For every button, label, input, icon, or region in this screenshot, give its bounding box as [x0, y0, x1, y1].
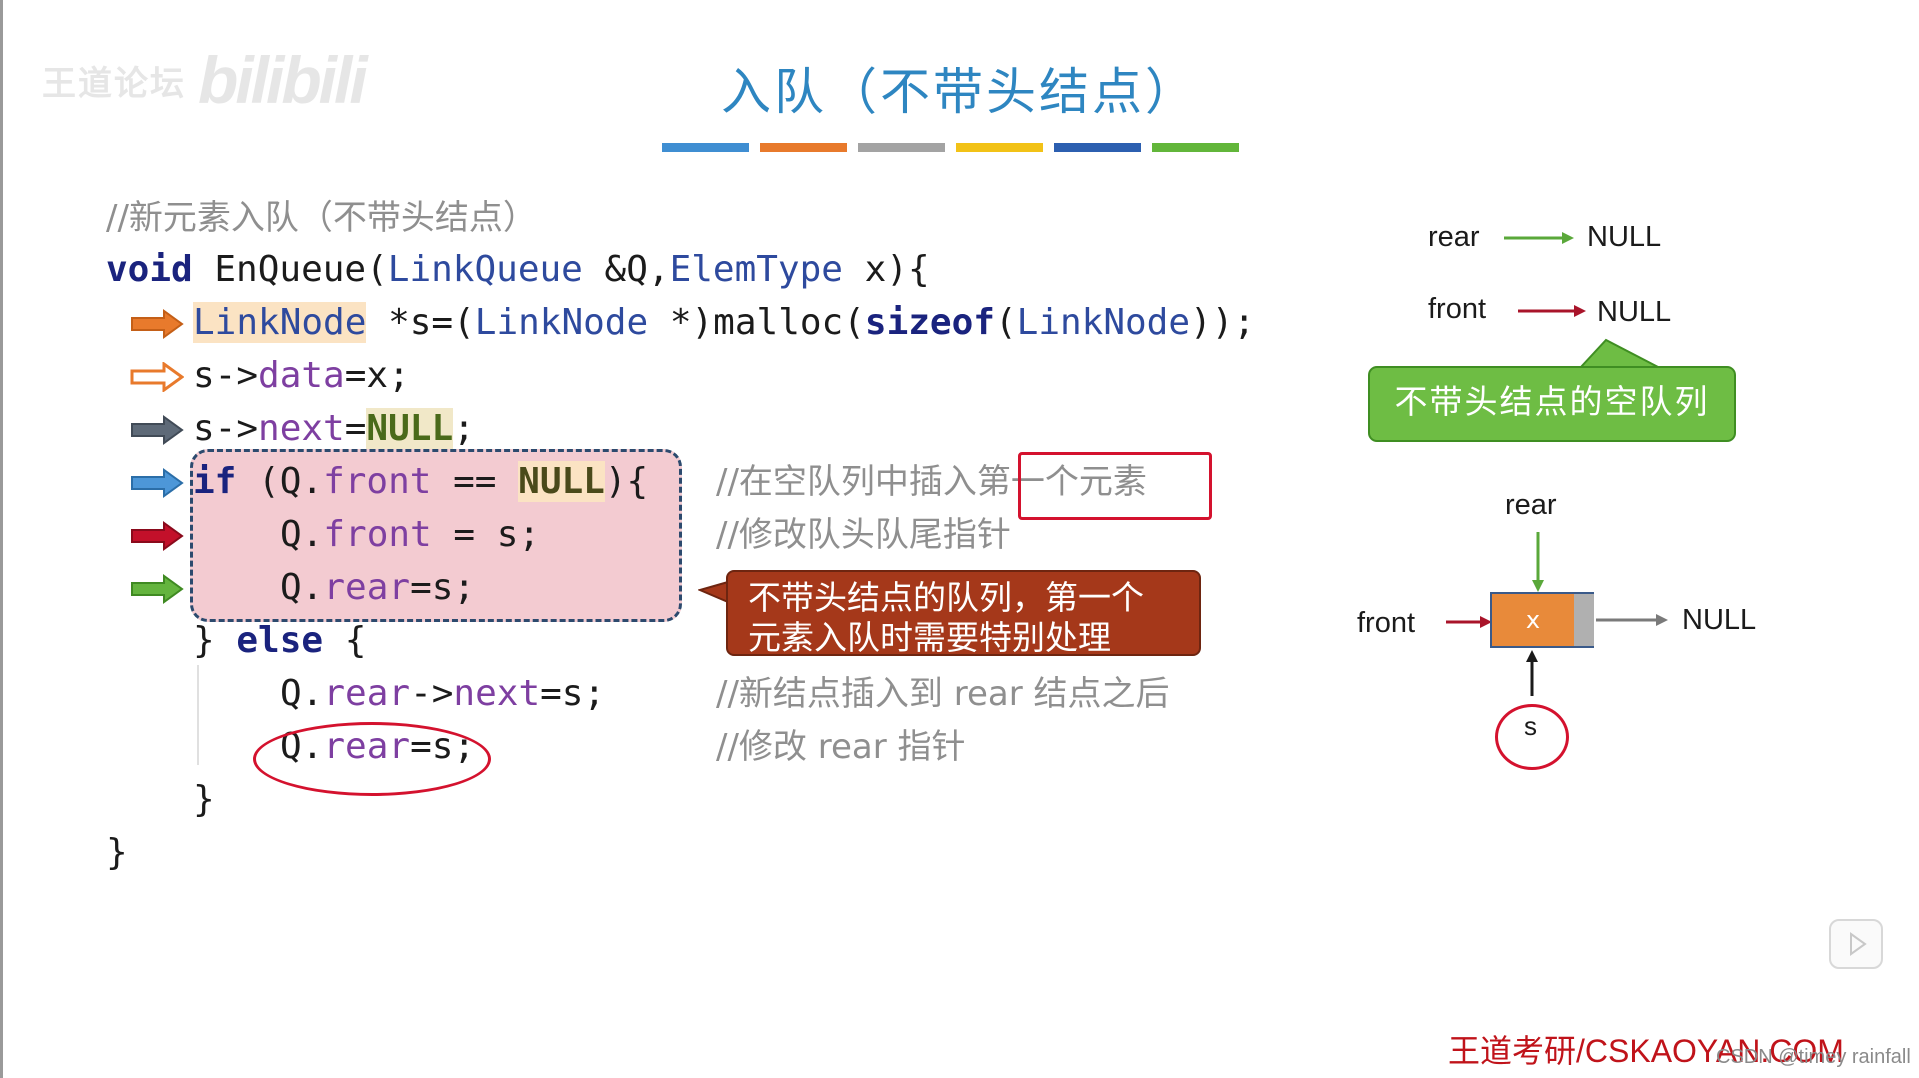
- play-icon: [1850, 932, 1867, 956]
- comment-modify-rear: //修改 rear 指针: [716, 727, 966, 767]
- orange-arrow-icon: [131, 309, 184, 339]
- code-token: if: [193, 461, 237, 502]
- rear-green-arrow-icon: [1504, 232, 1574, 244]
- blue-arrow-icon: [131, 468, 184, 498]
- special-case-callout: 不带头结点的队列，第一个 元素入队时需要特别处理: [726, 570, 1201, 657]
- orange-outline-arrow-icon: [130, 362, 184, 392]
- code-line-rear-assign: Q.rear=s;: [280, 566, 475, 610]
- code-token: &Q,: [582, 249, 670, 290]
- code-token: NULL: [366, 408, 454, 449]
- front-right-arrow-icon: [1446, 616, 1492, 628]
- code-line-rear-next: Q.rear->next=s;: [280, 672, 605, 716]
- code-token: =s;: [410, 567, 476, 608]
- rear-down-arrow-icon: [1532, 532, 1544, 592]
- code-token: *)malloc(: [648, 302, 865, 343]
- csdn-watermark: CSDN @timey rainfall: [1716, 1046, 1911, 1068]
- code-token: ));: [1190, 302, 1256, 343]
- red-annotation-oval: [253, 722, 491, 796]
- code-token: *s=(: [366, 302, 475, 343]
- code-token: = s;: [431, 514, 541, 555]
- code-line-malloc: LinkNode *s=(LinkNode *)malloc(sizeof(Li…: [193, 301, 1255, 345]
- code-line-if: if (Q.front == NULL){: [193, 460, 648, 504]
- node-null-arrow-icon: [1596, 614, 1668, 626]
- color-bar-segment: [760, 143, 847, 152]
- node-rear-label: rear: [1505, 489, 1557, 521]
- code-token: else: [236, 620, 324, 661]
- empty-rear-label: rear: [1428, 221, 1480, 253]
- empty-front-null: NULL: [1597, 296, 1672, 328]
- code-token: ElemType: [669, 249, 843, 290]
- code-token: next: [453, 673, 541, 714]
- slide-title: 入队（不带头结点）: [721, 63, 1198, 121]
- callout-line-1: 不带头结点的队列，第一个: [748, 578, 1144, 617]
- code-line-else-close: }: [193, 779, 215, 820]
- color-bar-segment: [858, 143, 945, 152]
- empty-queue-bubble: 不带头结点的空队列: [1368, 366, 1736, 442]
- code-token: ==: [431, 461, 519, 502]
- code-token: NULL: [518, 461, 605, 502]
- code-token: front: [323, 514, 432, 555]
- code-token: data: [258, 355, 345, 396]
- node-null-label: NULL: [1682, 604, 1757, 636]
- green-arrow-icon: [131, 574, 184, 604]
- code-token: Q.: [280, 673, 324, 714]
- code-token: =x;: [344, 355, 410, 396]
- code-token: }: [193, 620, 237, 661]
- code-token: s->: [193, 355, 259, 396]
- code-token: LinkQueue: [387, 249, 583, 290]
- code-token: LinkNode: [1016, 302, 1191, 343]
- node-data-field: x: [1492, 594, 1574, 646]
- code-comment-header: //新元素入队（不带头结点）: [106, 198, 537, 238]
- callout-line-2: 元素入队时需要特别处理: [748, 618, 1111, 657]
- s-up-arrow-icon: [1526, 650, 1538, 696]
- code-line-signature: void EnQueue(LinkQueue &Q,ElemType x){: [106, 248, 930, 292]
- code-token: next: [258, 408, 345, 449]
- code-line-data: s->data=x;: [193, 354, 410, 398]
- color-bar-segment: [1152, 143, 1239, 152]
- code-token: s->: [193, 408, 259, 449]
- code-line-front-assign: Q.front = s;: [280, 513, 540, 557]
- code-line-func-close: }: [106, 832, 128, 873]
- red-arrow-icon: [131, 521, 184, 551]
- play-button[interactable]: [1829, 919, 1883, 969]
- code-token: ){: [604, 461, 649, 502]
- code-token: {: [323, 620, 367, 661]
- gray-arrow-icon: [131, 415, 184, 445]
- node-front-label: front: [1357, 607, 1416, 639]
- code-token: void: [106, 249, 193, 290]
- code-token: LinkNode: [474, 302, 649, 343]
- comment-insert-after-rear: //新结点插入到 rear 结点之后: [716, 674, 1170, 714]
- code-token: =s;: [540, 673, 606, 714]
- left-border: [0, 0, 3, 1078]
- code-token: ->: [410, 673, 454, 714]
- code-token: rear: [323, 567, 411, 608]
- else-guide-line: [197, 665, 199, 765]
- empty-front-label: front: [1428, 293, 1487, 325]
- code-token: rear: [323, 673, 411, 714]
- code-token: Q.: [280, 567, 324, 608]
- code-token: front: [323, 461, 432, 502]
- code-line-next: s->next=NULL;: [193, 407, 475, 451]
- code-token: EnQueue(: [192, 249, 388, 290]
- s-red-circle: [1495, 704, 1569, 770]
- node-next-field: [1574, 594, 1594, 646]
- code-line-else: } else {: [193, 619, 366, 663]
- queue-node: x: [1490, 592, 1594, 648]
- color-bar-segment: [1054, 143, 1141, 152]
- code-token: sizeof: [864, 302, 995, 343]
- front-red-arrow-icon: [1518, 305, 1586, 317]
- code-token: (Q.: [236, 461, 324, 502]
- code-token: LinkNode: [193, 302, 367, 343]
- code-token: (: [994, 302, 1017, 343]
- color-bar-segment: [956, 143, 1043, 152]
- color-bar-segment: [662, 143, 749, 152]
- code-token: =: [344, 408, 367, 449]
- code-token: x){: [842, 249, 930, 290]
- comment-modify-pointers: //修改队头队尾指针: [716, 515, 1011, 555]
- red-annotation-box: [1018, 452, 1212, 520]
- code-token: ;: [453, 408, 475, 449]
- title-color-bar: [662, 143, 1239, 152]
- code-token: Q.: [280, 514, 324, 555]
- empty-rear-null: NULL: [1587, 221, 1662, 253]
